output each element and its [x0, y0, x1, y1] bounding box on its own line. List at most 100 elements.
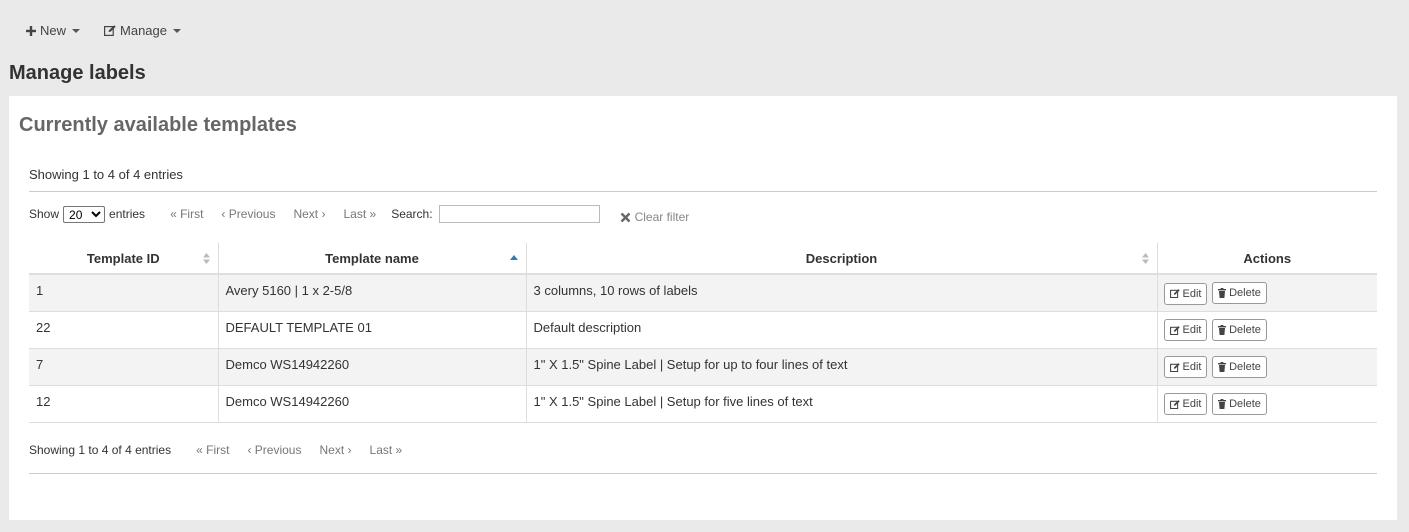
search-input[interactable]	[438, 205, 600, 223]
first-page-link[interactable]: « First	[161, 207, 212, 221]
double-chevron-right-icon: »	[395, 443, 403, 457]
chevron-left-icon: ‹	[247, 443, 252, 457]
column-header-template-name[interactable]: Template name	[217, 243, 526, 275]
edit-button[interactable]: Edit	[1163, 393, 1208, 415]
divider	[29, 191, 1377, 192]
cell-description: Default description	[525, 311, 1157, 349]
edit-button[interactable]: Edit	[1163, 356, 1208, 378]
previous-label: Previous	[228, 207, 276, 221]
cell-description: 1" X 1.5" Spine Label | Setup for five l…	[525, 385, 1157, 423]
cell-actions: Edit Delete	[1156, 274, 1377, 312]
chevron-right-icon: ›	[347, 443, 352, 457]
clear-filter-label: Clear filter	[634, 210, 690, 224]
first-page-link[interactable]: « First	[187, 443, 238, 457]
cell-template-id: 7	[29, 348, 218, 386]
page-title: Manage labels	[9, 62, 146, 84]
cell-actions: Edit Delete	[1156, 385, 1377, 423]
edit-button[interactable]: Edit	[1163, 282, 1208, 305]
edit-button[interactable]: Edit	[1163, 319, 1208, 341]
next-label: Next	[319, 443, 345, 457]
delete-button[interactable]: Delete	[1212, 392, 1267, 415]
last-page-link[interactable]: Last »	[334, 207, 385, 221]
column-header-label: Actions	[1243, 250, 1292, 266]
section-title: Currently available templates	[19, 114, 297, 136]
table-info-top: Showing 1 to 4 of 4 entries	[29, 167, 183, 182]
column-header-description[interactable]: Description	[525, 243, 1157, 275]
templates-panel: Currently available templates Showing 1 …	[9, 96, 1397, 520]
column-header-actions: Actions	[1156, 243, 1377, 275]
previous-page-link[interactable]: ‹ Previous	[212, 207, 284, 221]
divider	[29, 473, 1377, 474]
delete-label: Delete	[1229, 397, 1261, 410]
delete-button[interactable]: Delete	[1212, 318, 1267, 341]
sort-icon	[1141, 253, 1149, 264]
edit-label: Edit	[1182, 287, 1202, 300]
previous-label: Previous	[254, 443, 302, 457]
table-footer: Showing 1 to 4 of 4 entries « First ‹ Pr…	[29, 443, 411, 457]
cell-template-id: 22	[29, 311, 218, 349]
last-label: Last	[343, 207, 367, 221]
previous-page-link[interactable]: ‹ Previous	[238, 443, 310, 457]
manage-button[interactable]: Manage	[95, 17, 190, 44]
table-controls: Show 20 entries « First ‹ Previous Next …	[29, 204, 689, 224]
search-label: Search:	[391, 207, 433, 221]
column-header-label: Template name	[325, 250, 419, 266]
trash-icon	[1218, 398, 1227, 409]
delete-button[interactable]: Delete	[1212, 355, 1267, 378]
next-page-link[interactable]: Next ›	[284, 207, 334, 221]
cell-template-name: Demco WS14942260	[217, 348, 526, 386]
table-row: 22 DEFAULT TEMPLATE 01 Default descripti…	[29, 311, 1377, 349]
next-label: Next	[293, 207, 319, 221]
pencil-square-icon	[1169, 362, 1180, 372]
plus-icon	[26, 25, 36, 36]
page-length-select[interactable]: 20	[63, 205, 106, 223]
cell-description: 3 columns, 10 rows of labels	[525, 274, 1157, 312]
new-button[interactable]: New	[17, 17, 89, 44]
caret-down-icon	[173, 28, 181, 33]
cell-template-name: DEFAULT TEMPLATE 01	[217, 311, 526, 349]
double-chevron-left-icon: «	[170, 207, 177, 221]
last-label: Last	[369, 443, 393, 457]
toolbar: New Manage	[17, 17, 190, 44]
cell-actions: Edit Delete	[1156, 311, 1377, 349]
first-label: First	[206, 443, 230, 457]
show-label: Show	[29, 207, 60, 221]
pencil-square-icon	[104, 25, 116, 36]
trash-icon	[1218, 324, 1227, 335]
sort-ascending-icon	[509, 255, 518, 260]
next-page-link[interactable]: Next ›	[310, 443, 360, 457]
delete-label: Delete	[1229, 287, 1261, 299]
column-header-label: Template ID	[86, 250, 160, 266]
pencil-square-icon	[1169, 325, 1180, 335]
table-row: 12 Demco WS14942260 1" X 1.5" Spine Labe…	[29, 385, 1377, 423]
last-page-link[interactable]: Last »	[361, 443, 412, 457]
column-header-template-id[interactable]: Template ID	[29, 243, 218, 275]
edit-label: Edit	[1182, 361, 1202, 373]
cell-template-id: 12	[29, 385, 218, 423]
chevron-left-icon: ‹	[221, 207, 226, 221]
clear-filter-button[interactable]: Clear filter	[620, 210, 690, 224]
table-row: 1 Avery 5160 | 1 x 2-5/8 3 columns, 10 r…	[29, 274, 1377, 312]
cell-template-name: Avery 5160 | 1 x 2-5/8	[217, 274, 526, 312]
pager-top: « First ‹ Previous Next › Last »	[161, 207, 385, 221]
entries-label: entries	[109, 207, 146, 221]
delete-label: Delete	[1229, 360, 1261, 373]
cell-actions: Edit Delete	[1156, 348, 1377, 386]
cell-description: 1" X 1.5" Spine Label | Setup for up to …	[525, 348, 1157, 386]
delete-button[interactable]: Delete	[1212, 282, 1267, 304]
double-chevron-left-icon: «	[196, 443, 203, 457]
trash-icon	[1218, 361, 1227, 372]
edit-label: Edit	[1182, 398, 1202, 410]
cell-template-id: 1	[29, 274, 218, 312]
chevron-right-icon: ›	[321, 207, 326, 221]
pencil-square-icon	[1169, 289, 1180, 298]
table-row: 7 Demco WS14942260 1" X 1.5" Spine Label…	[29, 348, 1377, 386]
new-button-label: New	[40, 23, 67, 38]
sort-icon	[202, 253, 210, 264]
first-label: First	[180, 207, 204, 221]
manage-button-label: Manage	[120, 23, 167, 38]
double-chevron-right-icon: »	[369, 207, 377, 221]
delete-label: Delete	[1229, 323, 1261, 336]
table-header-row: Template ID Template name Description Ac…	[29, 243, 1377, 275]
column-header-label: Description	[805, 250, 878, 266]
